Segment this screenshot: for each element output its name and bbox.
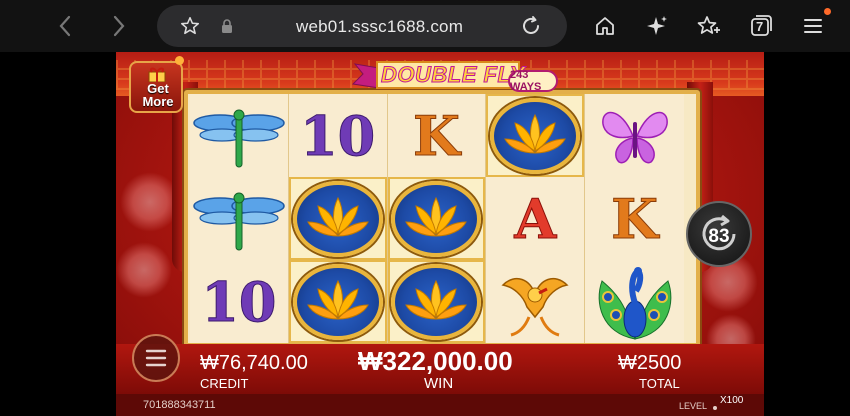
url-text: web01.sssc1688.com [296,17,464,36]
menu-button[interactable] [798,11,828,41]
win-label: WIN [424,375,454,392]
reel-3: K [387,94,487,343]
back-button[interactable] [50,11,80,41]
sparkle-icon [647,16,667,35]
symbol-label: 10 [300,103,376,168]
ways-badge: 243 WAYS [508,69,558,93]
decorative-flower [120,172,180,232]
symbol-K: K [388,94,486,177]
total-bet-value[interactable]: ₩2500 [618,352,681,375]
get-more-button[interactable]: Get More [129,61,183,113]
browser-toolbar: web01.sssc1688.com 7 [0,0,850,52]
left-letterbox [0,52,116,416]
game-menu-button[interactable] [132,334,180,382]
notification-dot [824,8,831,15]
symbol-phoenix [486,260,584,343]
favorites-button[interactable] [694,11,724,41]
level-label: LEVEL [679,401,708,411]
level-value[interactable]: X100 [720,395,743,406]
symbol-A: A [486,177,584,260]
chevron-left-icon [59,15,71,37]
gift-icon [148,67,166,82]
hamburger-menu-icon [804,19,822,33]
autospin-count: 83 [708,226,730,247]
ai-sparkle-button[interactable] [642,11,672,41]
symbol-lotus [288,177,387,260]
reel-grid: 10 10 K A K [190,94,694,343]
chevron-right-icon [113,15,125,37]
lock-icon [222,19,232,33]
reload-icon[interactable] [519,14,543,38]
reel-5: K [585,94,684,343]
level-separator [713,406,717,410]
credit-value: ₩76,740.00 [200,352,308,374]
tabs-button[interactable]: 7 [746,11,776,41]
total-bet-label: TOTAL [639,376,680,391]
symbol-label: 10 [201,269,277,334]
symbol-lotus [288,260,387,343]
dragonfly-icon [193,109,285,167]
dragonfly-icon [193,192,285,250]
home-icon [596,17,614,35]
forward-button[interactable] [104,11,134,41]
game-title: DOUBLE FLY [381,62,525,88]
symbol-peacock [585,260,684,343]
symbol-butterfly [585,94,684,177]
credit-label: CREDIT [200,376,249,391]
symbol-K: K [585,177,684,260]
address-bar[interactable]: web01.sssc1688.com [157,5,567,47]
symbol-lotus [387,177,486,260]
get-more-label: Get More [142,81,174,109]
bookmark-star-icon[interactable] [179,15,201,37]
home-button[interactable] [590,11,620,41]
hamburger-menu-icon [145,349,167,367]
decorative-flower [116,242,172,298]
round-serial: 701888343711 [143,399,216,411]
win-value: ₩322,000.00 [358,346,513,376]
favorites-star-icon [697,16,720,34]
slot-game[interactable]: 10 10 K A K DOUBLE FLY 243 WAYS Get More… [116,52,764,416]
get-more-notification-dot [175,56,184,65]
butterfly-icon [601,111,668,163]
reel-2: 10 [288,94,388,343]
symbol-10: 10 [289,94,387,177]
lotus-icon [292,263,383,340]
tab-count: 7 [756,19,764,34]
symbol-label: K [413,103,461,168]
symbol-10: 10 [190,260,288,343]
symbol-dragonfly [190,94,288,177]
autospin-button[interactable]: 83 [686,201,752,267]
golden-bird-icon [501,277,569,336]
symbol-lotus [387,260,486,343]
lotus-icon [292,180,383,257]
symbol-label: K [611,186,659,251]
symbol-lotus [486,94,585,177]
symbol-label: A [514,186,557,251]
reel-4: A [486,94,586,343]
lotus-icon [490,97,581,174]
right-letterbox [764,52,850,416]
game-title-banner: DOUBLE FLY 243 WAYS [349,54,558,96]
lotus-icon [391,180,482,257]
symbol-dragonfly [190,177,288,260]
reel-1: 10 [190,94,289,343]
lotus-icon [391,263,482,340]
peacock-icon [598,266,671,340]
